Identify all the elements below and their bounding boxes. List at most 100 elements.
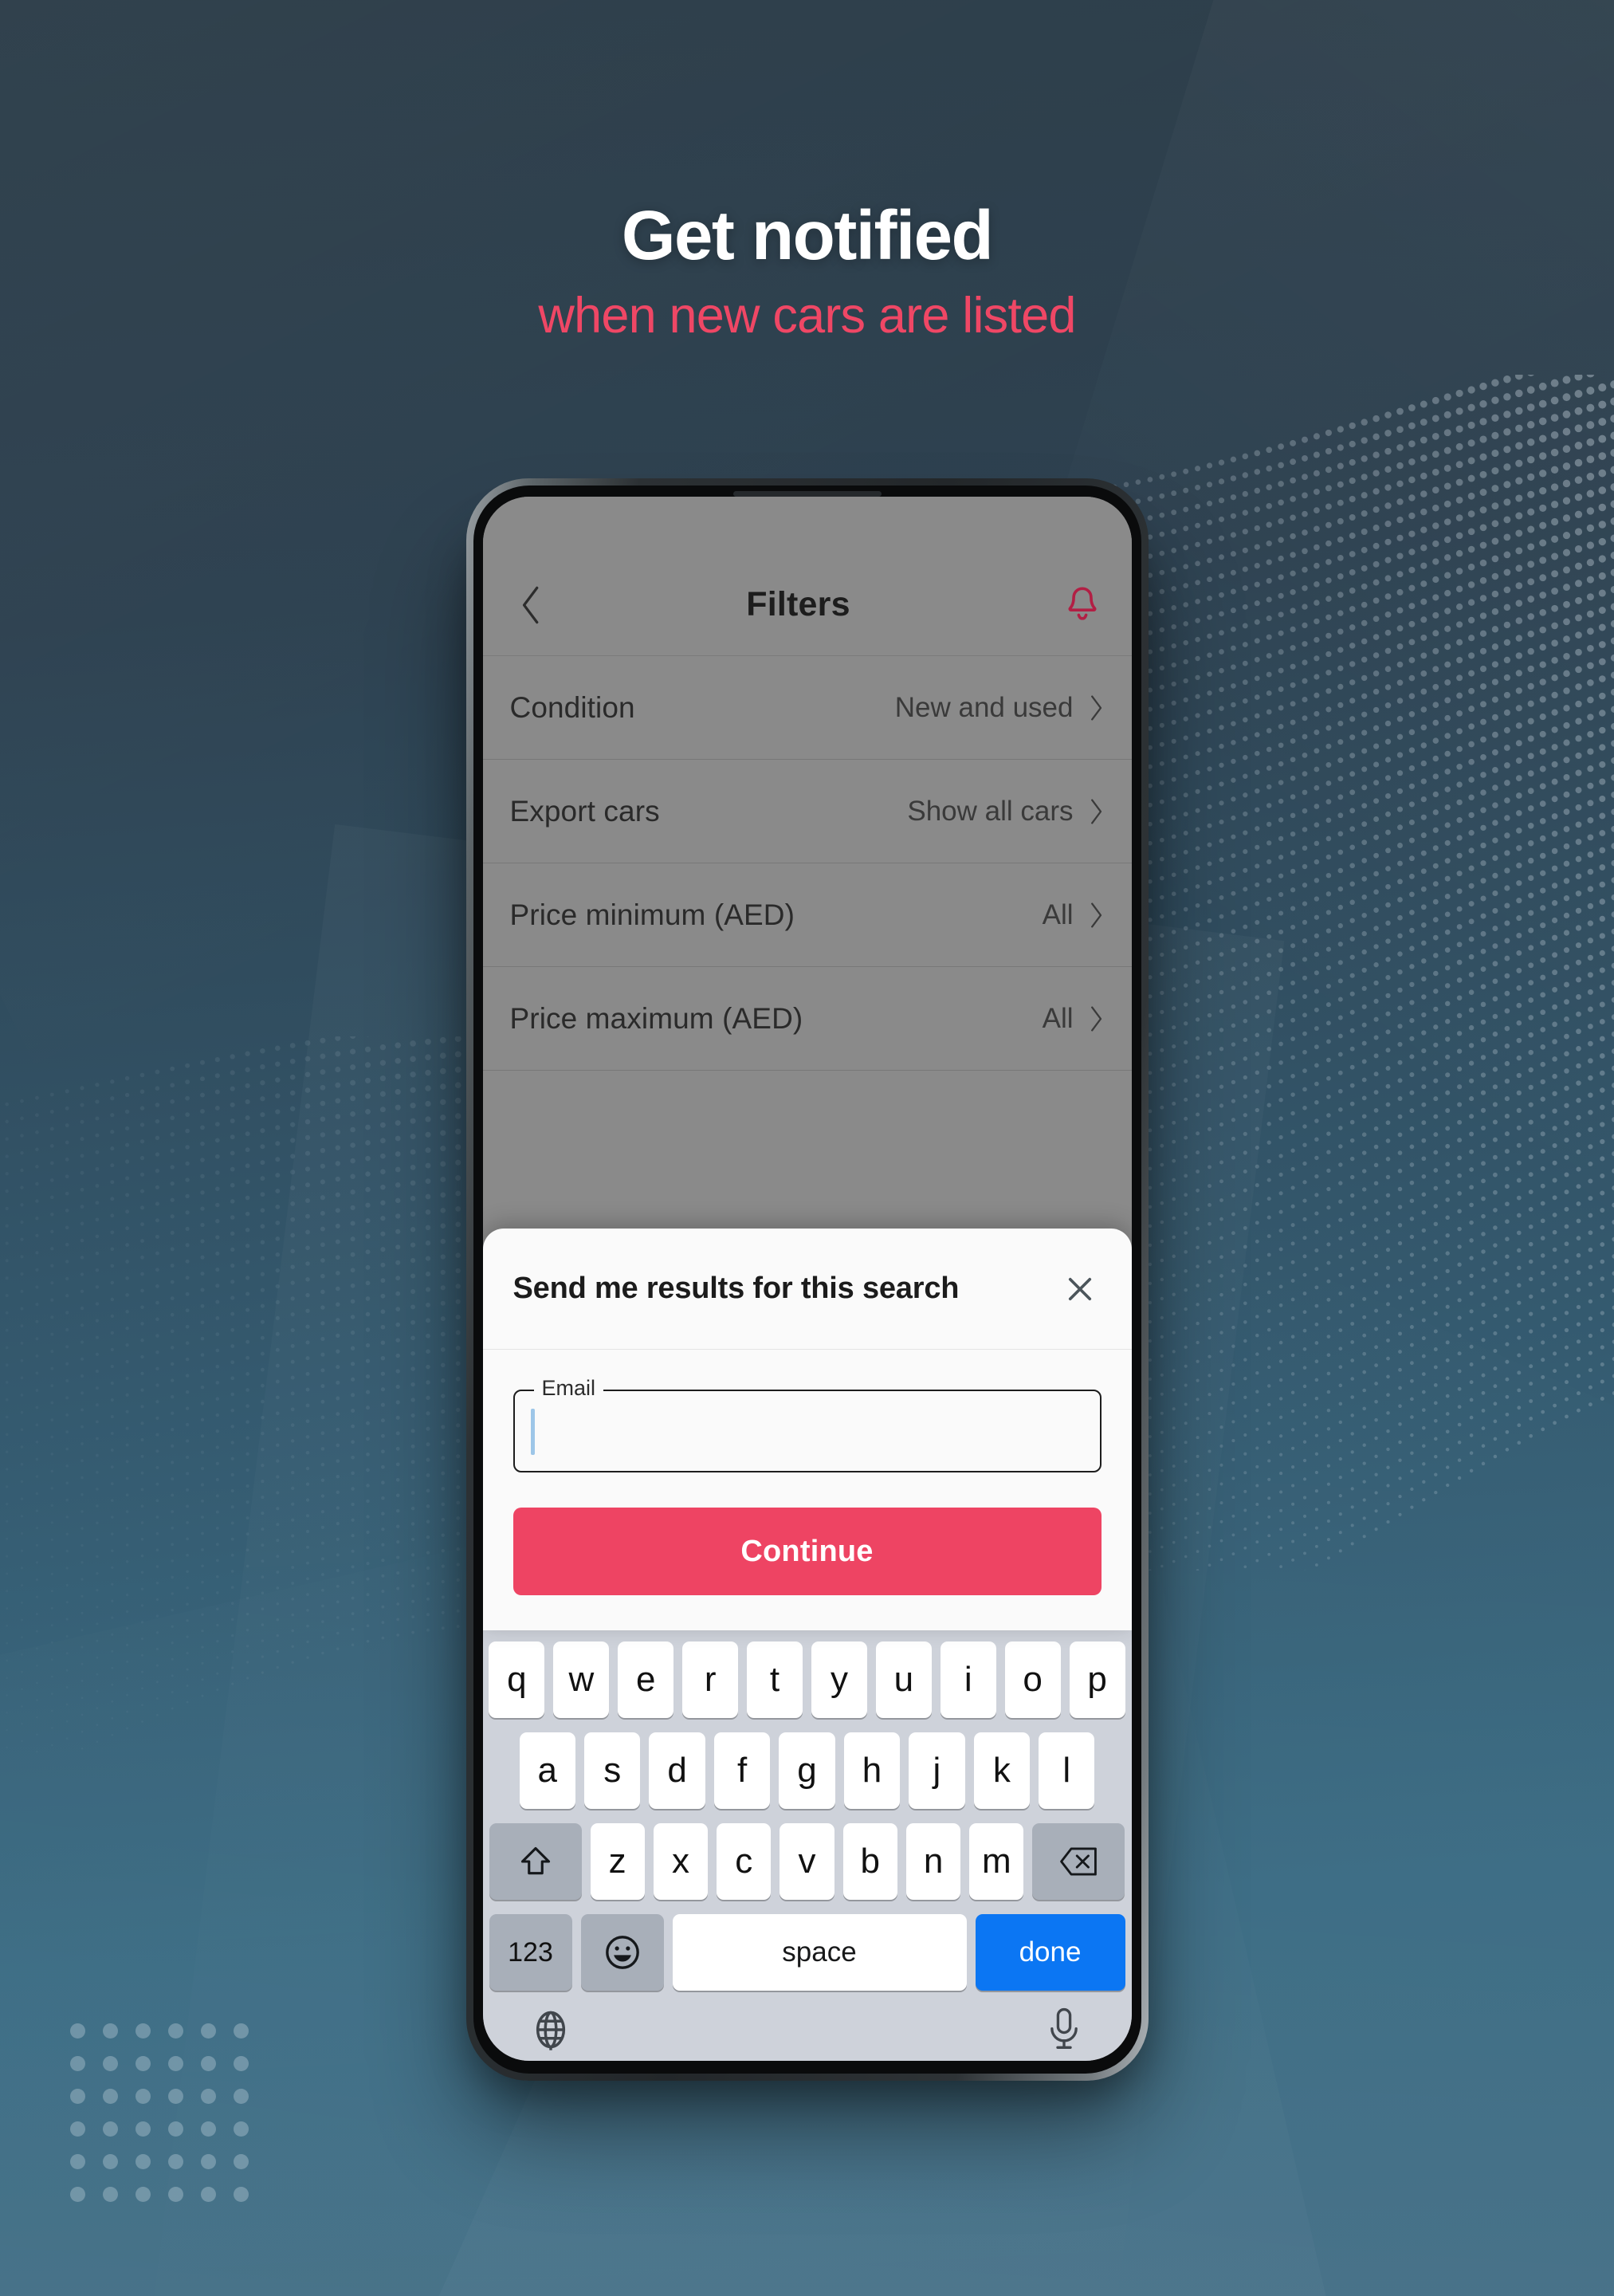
filter-label: Price minimum (AED) (509, 898, 795, 931)
grid-dot (70, 2187, 85, 2202)
grid-dot (201, 2154, 216, 2169)
grid-dot (201, 2056, 216, 2071)
grid-dot (168, 2023, 183, 2038)
on-screen-keyboard: q w e r t y u i o p a s d f g h j k l z … (482, 1630, 1132, 2061)
filter-value: New and used (894, 691, 1074, 723)
app-bar: Filters (482, 554, 1132, 656)
key-o[interactable]: o (1004, 1641, 1061, 1718)
key-i[interactable]: i (940, 1641, 996, 1718)
chevron-right-icon (1087, 1005, 1105, 1033)
filters-screen: Filters Condition New and used Export ca… (482, 497, 1132, 1229)
filter-row[interactable]: Price maximum (AED) All (482, 967, 1132, 1071)
grid-dot (103, 2187, 118, 2202)
grid-dot (168, 2187, 183, 2202)
grid-dot (103, 2121, 118, 2137)
key-r[interactable]: r (682, 1641, 739, 1718)
grid-dot (70, 2023, 85, 2038)
done-key[interactable]: done (975, 1914, 1125, 1991)
sheet-body: Email Continue (483, 1350, 1132, 1630)
poster-canvas: Get notified when new cars are listed Fi… (0, 0, 1614, 2296)
key-b[interactable]: b (842, 1823, 897, 1900)
key-m[interactable]: m (969, 1823, 1024, 1900)
grid-dot (135, 2121, 151, 2137)
space-key[interactable]: space (672, 1914, 967, 1991)
key-a[interactable]: a (519, 1732, 575, 1809)
grid-dot (103, 2154, 118, 2169)
grid-dot (168, 2154, 183, 2169)
page-title: Get notified (621, 197, 994, 274)
keyboard-row-3: z x c v b n m (489, 1823, 1125, 1900)
backspace-icon[interactable] (1032, 1823, 1125, 1900)
grid-dot (201, 2089, 216, 2104)
filter-label: Export cars (509, 794, 660, 828)
microphone-icon[interactable] (1039, 2005, 1089, 2054)
key-q[interactable]: q (489, 1641, 545, 1718)
grid-dot (234, 2187, 249, 2202)
numbers-key[interactable]: 123 (489, 1914, 572, 1991)
grid-dot (135, 2023, 151, 2038)
filter-value: All (1042, 1002, 1074, 1034)
key-w[interactable]: w (553, 1641, 610, 1718)
emoji-smiley-icon[interactable] (580, 1914, 664, 1991)
poster-headings: Get notified when new cars are listed (0, 197, 1614, 344)
key-p[interactable]: p (1069, 1641, 1125, 1718)
filter-value-group: Show all cars (907, 796, 1104, 828)
keyboard-row-4: 123 space done (489, 1914, 1125, 1991)
bottom-sheet: Send me results for this search Email Co… (482, 1229, 1132, 1630)
grid-dot (201, 2121, 216, 2137)
email-field-wrapper[interactable]: Email (512, 1378, 1102, 1472)
app-bar-title: Filters (746, 585, 850, 623)
chevron-right-icon (1087, 901, 1105, 930)
filter-row[interactable]: Export cars Show all cars (482, 760, 1132, 863)
key-y[interactable]: y (811, 1641, 867, 1718)
sheet-header: Send me results for this search (482, 1229, 1132, 1350)
grid-dot (135, 2187, 151, 2202)
phone-screen: Filters Condition New and used Export ca… (482, 497, 1132, 2061)
keyboard-bottom-bar (489, 2005, 1125, 2061)
key-d[interactable]: d (649, 1732, 705, 1809)
keyboard-row-2: a s d f g h j k l (489, 1732, 1125, 1809)
key-j[interactable]: j (909, 1732, 965, 1809)
grid-dot (70, 2154, 85, 2169)
key-k[interactable]: k (973, 1732, 1031, 1809)
key-l[interactable]: l (1039, 1732, 1095, 1809)
key-h[interactable]: h (843, 1732, 901, 1809)
key-e[interactable]: e (618, 1641, 674, 1718)
earpiece-speaker (732, 491, 882, 497)
phone-bezel: Filters Condition New and used Export ca… (473, 486, 1141, 2074)
key-x[interactable]: x (653, 1823, 709, 1900)
filter-row[interactable]: Condition New and used (482, 656, 1132, 760)
continue-button[interactable]: Continue (512, 1508, 1102, 1595)
sheet-title: Send me results for this search (512, 1272, 960, 1305)
key-c[interactable]: c (717, 1823, 772, 1900)
key-v[interactable]: v (780, 1823, 834, 1900)
chevron-right-icon (1087, 694, 1105, 722)
key-t[interactable]: t (747, 1641, 803, 1718)
grid-dot (234, 2121, 249, 2137)
grid-dot (234, 2023, 249, 2038)
phone-frame: Filters Condition New and used Export ca… (465, 478, 1149, 2081)
grid-dot (201, 2187, 216, 2202)
grid-dot (70, 2121, 85, 2137)
key-s[interactable]: s (583, 1732, 641, 1809)
grid-dot (201, 2023, 216, 2038)
grid-dot (135, 2056, 151, 2071)
bell-icon[interactable] (1060, 583, 1105, 627)
key-f[interactable]: f (713, 1732, 771, 1809)
globe-icon[interactable] (526, 2005, 575, 2054)
filter-value: Show all cars (907, 795, 1074, 827)
email-input[interactable] (514, 1391, 1100, 1471)
page-subtitle: when new cars are listed (538, 287, 1076, 344)
key-z[interactable]: z (590, 1823, 645, 1900)
grid-dot (234, 2089, 249, 2104)
filter-row[interactable]: Price minimum (AED) All (482, 863, 1132, 967)
shift-arrow-icon[interactable] (489, 1823, 582, 1900)
close-icon[interactable] (1058, 1268, 1102, 1311)
key-u[interactable]: u (875, 1641, 932, 1718)
key-n[interactable]: n (905, 1823, 961, 1900)
filter-value-group: All (1043, 899, 1105, 931)
key-g[interactable]: g (779, 1732, 835, 1809)
grid-dot (103, 2089, 118, 2104)
grid-dot (103, 2023, 118, 2038)
chevron-right-icon (1087, 797, 1105, 826)
